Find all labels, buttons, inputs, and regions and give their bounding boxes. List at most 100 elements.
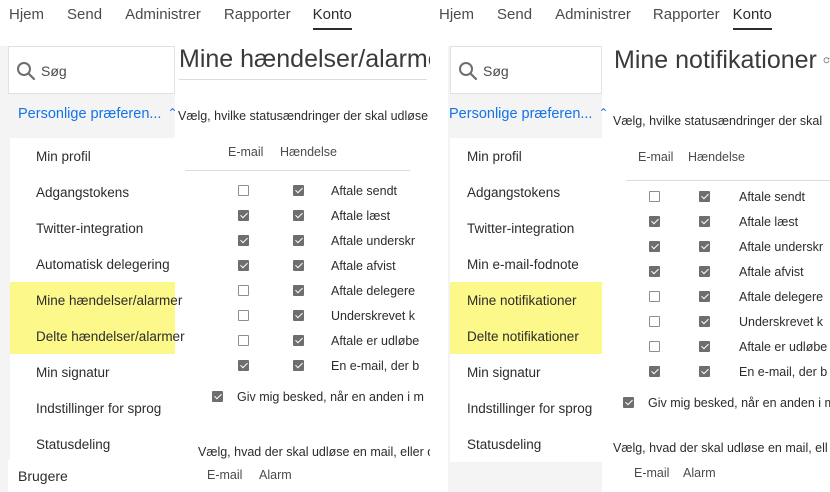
nav-hjem[interactable]: Hjem: [439, 0, 474, 30]
event-checkbox[interactable]: [699, 366, 710, 377]
sidebar-item-min-profil[interactable]: Min profil: [450, 138, 602, 174]
event-checkbox[interactable]: [293, 285, 304, 296]
notify-label: Giv mig besked, når en anden i m: [648, 395, 830, 410]
event-row: En e-mail, der b: [612, 359, 830, 384]
nav-rapporter[interactable]: Rapporter: [653, 0, 720, 30]
event-checkbox[interactable]: [293, 210, 304, 221]
sidebar-item-delte-notifikationer[interactable]: Delte notifikationer: [450, 318, 602, 354]
page-title-row: Mine notifikationer: [614, 40, 830, 80]
email-checkbox[interactable]: [238, 235, 249, 246]
sidebar-item-sprog[interactable]: Indstillinger for sprog: [450, 390, 602, 426]
sidebar-item-mine-haendelser[interactable]: Mine hændelser/alarmer: [10, 282, 182, 318]
event-checkbox[interactable]: [293, 310, 304, 321]
sidebar-item-adgangstokens[interactable]: Adgangstokens: [450, 174, 602, 210]
nav-send[interactable]: Send: [67, 0, 102, 30]
email-checkbox[interactable]: [238, 335, 249, 346]
email-checkbox[interactable]: [649, 341, 660, 352]
search-icon: [17, 62, 36, 81]
sidebar-item-min-signatur[interactable]: Min signatur: [10, 354, 175, 390]
column-header-event: Hændelse: [280, 145, 337, 159]
sidebar-item-statusdeling[interactable]: Statusdeling: [10, 426, 175, 462]
nav-hjem[interactable]: Hjem: [9, 0, 44, 30]
section-personal-preferences[interactable]: Personlige præferen... ⌃: [449, 106, 609, 122]
email-checkbox[interactable]: [649, 216, 660, 227]
column-header-email-2: E-mail: [634, 466, 670, 480]
search-input[interactable]: [41, 58, 161, 84]
event-row: Aftale er udløbe: [612, 334, 830, 359]
top-nav: Hjem Send Administrer Rapporter Konto: [0, 0, 430, 30]
search-input[interactable]: [483, 58, 603, 84]
event-label: En e-mail, der b: [739, 364, 828, 379]
sidebar-item-twitter-integration[interactable]: Twitter-integration: [10, 210, 175, 246]
event-checkbox[interactable]: [699, 191, 710, 202]
nav-administrer[interactable]: Administrer: [555, 0, 631, 30]
sidebar-item-adgangstokens[interactable]: Adgangstokens: [10, 174, 175, 210]
chevron-up-icon: ⌃: [167, 106, 178, 120]
email-checkbox[interactable]: [238, 210, 249, 221]
event-row: Aftale delegere: [612, 284, 830, 309]
event-checkbox[interactable]: [293, 360, 304, 371]
email-checkbox[interactable]: [649, 366, 660, 377]
event-checkbox[interactable]: [699, 316, 710, 327]
email-checkbox[interactable]: [649, 191, 660, 202]
sidebar-item-email-footer[interactable]: Min e-mail-fodnote: [450, 246, 602, 282]
sidebar-item-min-signatur[interactable]: Min signatur: [450, 354, 602, 390]
email-checkbox[interactable]: [649, 266, 660, 277]
search-box[interactable]: [450, 46, 603, 94]
sidebar-item-sprog[interactable]: Indstillinger for sprog: [10, 390, 175, 426]
refresh-icon[interactable]: [823, 53, 830, 67]
search-box[interactable]: [8, 46, 175, 94]
nav-administrer[interactable]: Administrer: [125, 0, 201, 30]
event-checkbox[interactable]: [293, 260, 304, 271]
sidebar-item-delte-haendelser[interactable]: Delte hændelser/alarmer: [10, 318, 185, 354]
nav-rapporter[interactable]: Rapporter: [224, 0, 291, 30]
event-label: Aftale afvist: [331, 258, 396, 273]
event-checkbox[interactable]: [293, 235, 304, 246]
nav-konto[interactable]: Konto: [732, 0, 772, 30]
event-row: En e-mail, der b: [176, 353, 430, 378]
event-row: Underskrevet k: [176, 303, 430, 328]
email-checkbox[interactable]: [649, 316, 660, 327]
event-label: Aftale er udløbe: [739, 339, 828, 354]
main-content: Mine notifikationer Vælg, hvilke statusæ…: [612, 40, 830, 480]
instruction-text-2: Vælg, hvad der skal udløse en mail, ell: [613, 441, 828, 455]
email-checkbox[interactable]: [238, 260, 249, 271]
event-label: Aftale underskr: [739, 239, 824, 254]
instruction-text-2: Vælg, hvad der skal udløse en mail, elle…: [198, 445, 430, 459]
event-label: Underskrevet k: [331, 308, 416, 323]
event-row: Aftale sendt: [176, 178, 430, 203]
sidebar-item-min-profil[interactable]: Min profil: [10, 138, 175, 174]
nav-konto[interactable]: Konto: [312, 0, 352, 30]
event-row: Aftale er udløbe: [176, 328, 430, 353]
sidebar-menu: Min profil Adgangstokens Twitter-integra…: [450, 138, 602, 462]
event-checkbox[interactable]: [699, 341, 710, 352]
email-checkbox[interactable]: [238, 285, 249, 296]
sidebar-item-brugere[interactable]: Brugere: [8, 460, 175, 492]
event-checkbox[interactable]: [699, 291, 710, 302]
header-divider: [626, 180, 830, 181]
event-checkbox[interactable]: [293, 335, 304, 346]
event-row: Aftale delegere: [176, 278, 430, 303]
left-panel: Hjem Send Administrer Rapporter Konto Pe…: [0, 0, 430, 492]
nav-send[interactable]: Send: [497, 0, 532, 30]
email-checkbox[interactable]: [649, 241, 660, 252]
email-checkbox[interactable]: [649, 291, 660, 302]
column-header-alarm: Alarm: [683, 466, 716, 480]
email-checkbox[interactable]: [238, 310, 249, 321]
sidebar-item-automatisk-delegering[interactable]: Automatisk delegering: [10, 246, 175, 282]
notify-checkbox[interactable]: [212, 391, 223, 402]
event-checkbox[interactable]: [699, 216, 710, 227]
event-row: Aftale afvist: [176, 253, 430, 278]
instruction-text: Vælg, hvilke statusændringer der skal: [613, 114, 823, 128]
sidebar-item-mine-notifikationer[interactable]: Mine notifikationer: [450, 282, 602, 318]
event-checkbox[interactable]: [293, 185, 304, 196]
email-checkbox[interactable]: [238, 360, 249, 371]
event-label: Aftale underskr: [331, 233, 416, 248]
sidebar-item-statusdeling[interactable]: Statusdeling: [450, 426, 602, 462]
notify-checkbox[interactable]: [623, 397, 634, 408]
email-checkbox[interactable]: [238, 185, 249, 196]
section-personal-preferences[interactable]: Personlige præferen... ⌃: [18, 106, 178, 122]
event-checkbox[interactable]: [699, 266, 710, 277]
event-checkbox[interactable]: [699, 241, 710, 252]
sidebar-item-twitter-integration[interactable]: Twitter-integration: [450, 210, 602, 246]
